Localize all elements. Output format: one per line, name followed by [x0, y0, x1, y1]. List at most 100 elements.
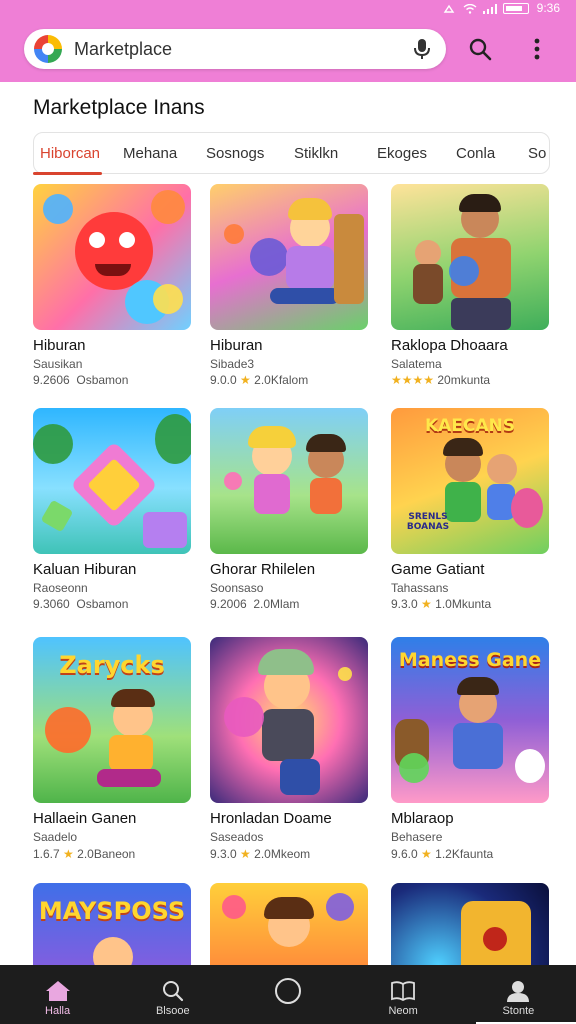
game-category: Behasere [391, 830, 443, 844]
game-title: Hiburan [33, 337, 86, 354]
game-title: Raklopa Dhoaara [391, 337, 508, 354]
game-thumbnail [210, 883, 368, 965]
tab-mehana[interactable]: Mehana [123, 145, 177, 162]
search-button[interactable] [465, 34, 495, 64]
game-category: Sausikan [33, 357, 83, 371]
nav-item-discover[interactable] [230, 965, 345, 1024]
game-meta: 9.0.0 ★ 2.0Kfalom [210, 373, 309, 387]
search-icon [159, 979, 187, 1003]
nav-item-search[interactable]: Blsooe [115, 965, 230, 1024]
app-logo-icon [34, 35, 62, 63]
game-thumbnail [33, 184, 191, 330]
game-category: Raoseonn [33, 581, 88, 595]
star-icon: ★ [240, 373, 251, 387]
game-category: Soonsaso [210, 581, 264, 595]
compass-icon [274, 978, 302, 1004]
thumbnail-subtitle: SRENLS BOANAS [406, 512, 450, 532]
tab-ekoges[interactable]: Ekoges [377, 145, 427, 162]
game-card[interactable]: KAECANS SRENLS BOANAS Game Gatiant Tahas… [391, 408, 549, 611]
game-card[interactable] [391, 883, 549, 965]
game-thumbnail: MAYSPOSS [33, 883, 191, 965]
person-icon [504, 979, 532, 1003]
more-vertical-icon [534, 38, 540, 60]
game-thumbnail [210, 408, 368, 554]
game-category: Saadelo [33, 830, 78, 844]
more-options-button[interactable] [522, 34, 552, 64]
star-icon: ★ [421, 847, 432, 861]
game-card[interactable]: Hiburan Sausikan 9.2606 Osbamon [33, 184, 191, 387]
battery-icon [502, 2, 529, 14]
game-meta: 9.3.0 ★ 2.0Mkeom [210, 847, 311, 861]
tab-stiklkn[interactable]: Stiklkn [294, 145, 338, 162]
thumbnail-title: Zarycks [59, 651, 165, 679]
game-card[interactable]: Raklopa Dhoaara Salatema ★★★★ 20mkunta [391, 184, 549, 387]
nav-item-library[interactable]: Neom [346, 965, 461, 1024]
bottom-navigation: Halla Blsooe Neom Stonte [0, 965, 576, 1024]
game-card[interactable]: Kaluan Hiburan Raoseonn 9.3060 Osbamon [33, 408, 191, 611]
thumbnail-title: MAYSPOSS [38, 897, 186, 925]
book-icon [389, 979, 417, 1003]
star-icon: ★ [63, 847, 74, 861]
game-title: Hallaein Ganen [33, 810, 137, 827]
page-title: Marketplace Inans [33, 96, 205, 119]
search-input[interactable]: Marketplace [74, 39, 412, 60]
nav-item-profile[interactable]: Stonte [461, 965, 576, 1024]
game-card[interactable]: Maness Gane Mblaraop Behasere 9.6.0 ★ 1.… [391, 637, 549, 861]
game-thumbnail [33, 408, 191, 554]
game-meta: 9.6.0 ★ 1.2Kfaunta [391, 847, 494, 861]
game-category: Salatema [391, 357, 442, 371]
game-thumbnail [391, 184, 549, 330]
status-time: 9:36 [536, 1, 560, 15]
game-category: Tahassans [391, 581, 449, 595]
nav-label: Blsooe [155, 1005, 190, 1017]
thumbnail-title: Maness Gane [398, 649, 542, 671]
game-thumbnail: KAECANS SRENLS BOANAS [391, 408, 549, 554]
tab-conla[interactable]: Conla [456, 145, 495, 162]
game-thumbnail [210, 184, 368, 330]
game-title: Hronladan Doame [210, 810, 332, 827]
game-category: Sibade3 [210, 357, 255, 371]
search-icon [469, 38, 492, 61]
nav-label: Halla [45, 1005, 71, 1017]
active-tab-indicator [33, 172, 102, 175]
search-bar[interactable]: Marketplace [24, 29, 446, 69]
game-thumbnail: Zarycks [33, 637, 191, 803]
signal-icon [482, 3, 497, 14]
game-meta: 1.6.7 ★ 2.0Baneon [33, 847, 136, 861]
game-meta: 9.2606 Osbamon [33, 373, 129, 387]
game-category: Saseados [210, 830, 264, 844]
star-icon: ★ [421, 597, 432, 611]
game-meta: 9.3060 Osbamon [33, 597, 129, 611]
top-app-bar: 9:36 Marketplace [0, 0, 576, 82]
tab-hiborcan[interactable]: Hiborcan [40, 145, 100, 162]
game-meta: 9.3.0 ★ 1.0Mkunta [391, 597, 492, 611]
category-tabs: Hiborcan Mehana Sosnogs Stiklkn Ekoges C… [33, 132, 550, 174]
star-icon: ★ [240, 847, 251, 861]
game-meta: ★★★★ 20mkunta [391, 373, 491, 387]
game-thumbnail [210, 637, 368, 803]
nav-item-home[interactable]: Halla [0, 965, 115, 1024]
nav-label: Neom [388, 1005, 418, 1017]
microphone-icon[interactable] [412, 37, 432, 61]
game-title: Game Gatiant [391, 561, 485, 578]
tab-sosnogs[interactable]: Sosnogs [206, 145, 264, 162]
game-card[interactable]: Hiburan Sibade3 9.0.0 ★ 2.0Kfalom [210, 184, 368, 387]
game-title: Mblaraop [391, 810, 454, 827]
game-card[interactable]: Ghorar Rhilelen Soonsaso 9.2006 2.0Mlam [210, 408, 368, 611]
game-title: Ghorar Rhilelen [210, 561, 316, 578]
tab-so[interactable]: So [528, 145, 546, 162]
notification-icon [443, 3, 455, 13]
game-card[interactable]: MAYSPOSS [33, 883, 191, 965]
game-thumbnail: Maness Gane [391, 637, 549, 803]
game-thumbnail [391, 883, 549, 965]
home-icon [44, 979, 72, 1003]
status-bar: 9:36 [443, 0, 560, 16]
wifi-icon [463, 3, 477, 14]
game-title: Hiburan [210, 337, 263, 354]
game-title: Kaluan Hiburan [33, 561, 137, 578]
game-card[interactable]: Zarycks Hallaein Ganen Saadelo 1.6.7 ★ 2… [33, 637, 191, 861]
game-meta: 9.2006 2.0Mlam [210, 597, 300, 611]
nav-label: Stonte [502, 1005, 535, 1017]
game-card[interactable] [210, 883, 368, 965]
game-card[interactable]: Hronladan Doame Saseados 9.3.0 ★ 2.0Mkeo… [210, 637, 368, 861]
